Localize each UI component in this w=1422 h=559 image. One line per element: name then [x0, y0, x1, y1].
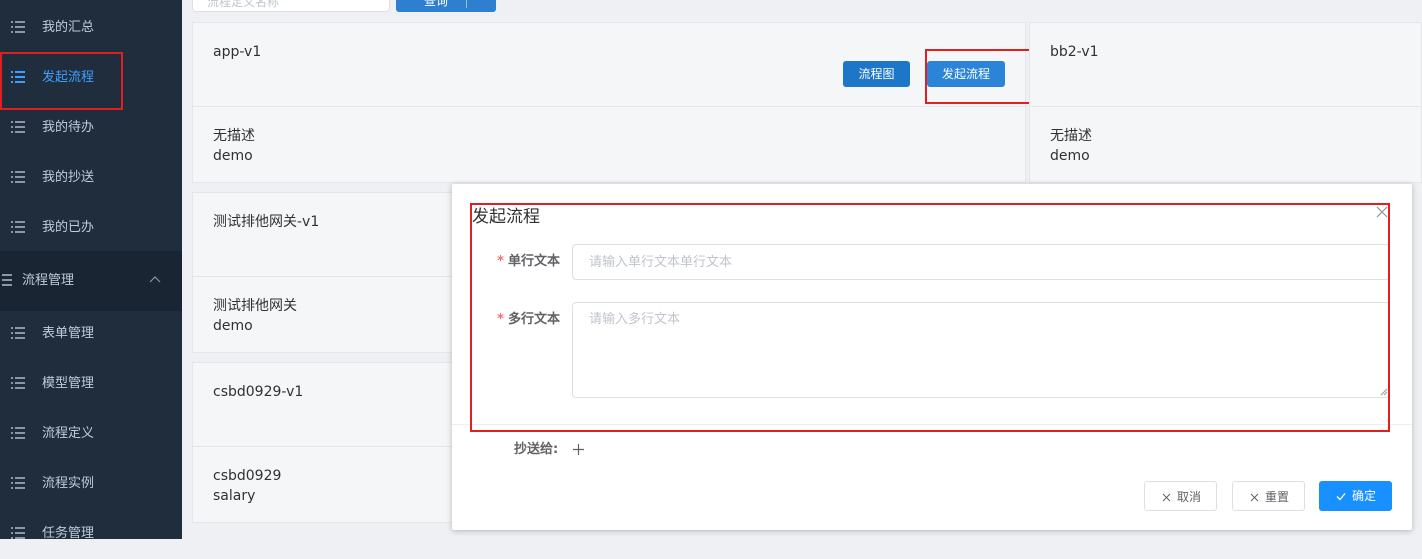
diagram-button[interactable]: 流程图	[843, 61, 910, 87]
sidebar-item-my-cc[interactable]: 我的抄送	[0, 153, 182, 203]
card-description: 测试排他网关	[213, 298, 297, 314]
sidebar-item-label: 我的已办	[42, 220, 95, 235]
sidebar-item-process-instance[interactable]: 流程实例	[0, 459, 182, 509]
card-divider	[193, 106, 1025, 107]
list-icon	[11, 477, 25, 489]
card-title: csbd0929-v1	[213, 384, 304, 400]
query-button[interactable]: 查询	[396, 0, 496, 12]
sidebar-item-my-summary[interactable]: 我的汇总	[0, 3, 182, 53]
sidebar-group-process-management[interactable]: 流程管理	[0, 251, 182, 311]
cancel-button[interactable]: 取消	[1144, 481, 1217, 511]
confirm-button-label: 确定	[1352, 489, 1377, 503]
sidebar-item-label: 流程实例	[42, 476, 95, 491]
list-icon	[11, 171, 25, 183]
sidebar-item-task-management[interactable]: 任务管理	[0, 509, 182, 559]
list-icon	[11, 327, 25, 339]
card-category: salary	[213, 488, 256, 504]
highlight-box	[470, 203, 1390, 432]
sidebar-item-label: 流程定义	[42, 426, 95, 441]
sidebar-item-label: 模型管理	[42, 376, 95, 391]
button-separator	[466, 0, 467, 8]
reset-button-label: 重置	[1265, 490, 1290, 504]
list-icon	[11, 21, 25, 33]
search-input[interactable]: 流程定义名称	[192, 0, 390, 12]
highlight-box	[0, 52, 123, 110]
card-category: demo	[1050, 148, 1090, 164]
sidebar-item-label: 任务管理	[42, 526, 95, 541]
sidebar-item-label: 表单管理	[42, 326, 95, 341]
reset-button[interactable]: 重置	[1232, 481, 1305, 511]
close-icon	[1162, 493, 1171, 502]
list-icon	[11, 121, 25, 133]
query-button-label: 查询	[424, 0, 449, 8]
confirm-button[interactable]: 确定	[1319, 481, 1392, 511]
card-category: demo	[213, 148, 253, 164]
sidebar-item-model-management[interactable]: 模型管理	[0, 359, 182, 409]
card-title: bb2-v1	[1050, 44, 1099, 60]
sidebar-item-process-definition[interactable]: 流程定义	[0, 409, 182, 459]
sidebar-item-form-management[interactable]: 表单管理	[0, 309, 182, 359]
card-divider	[1030, 106, 1421, 107]
cc-label: 抄送给:	[514, 442, 559, 457]
sidebar-item-my-todo[interactable]: 我的待办	[0, 103, 182, 153]
sidebar-item-label: 我的汇总	[42, 20, 95, 35]
search-placeholder: 流程定义名称	[207, 0, 280, 9]
sidebar-group-label: 流程管理	[22, 273, 75, 288]
card-title: app-v1	[213, 44, 262, 60]
card-description: 无描述	[213, 128, 255, 144]
chevron-up-icon	[149, 276, 161, 283]
sidebar-item-my-done[interactable]: 我的已办	[0, 203, 182, 253]
plus-icon[interactable]	[572, 443, 585, 456]
list-icon	[2, 274, 12, 286]
sidebar-item-label: 我的抄送	[42, 170, 95, 185]
close-icon	[1250, 493, 1259, 502]
sidebar-item-label: 我的待办	[42, 120, 95, 135]
card-category: demo	[213, 318, 253, 334]
highlight-box	[925, 49, 1035, 104]
check-icon	[1336, 493, 1346, 501]
card-title: 测试排他网关-v1	[213, 214, 320, 230]
process-card: app-v1 流程图 发起流程 无描述 demo	[192, 22, 1026, 183]
card-description: 无描述	[1050, 128, 1092, 144]
list-icon	[11, 427, 25, 439]
list-icon	[11, 527, 25, 539]
card-description: csbd0929	[213, 468, 282, 484]
process-card: bb2-v1 无描述 demo	[1029, 22, 1422, 183]
list-icon	[11, 377, 25, 389]
list-icon	[11, 221, 25, 233]
cancel-button-label: 取消	[1177, 490, 1202, 504]
